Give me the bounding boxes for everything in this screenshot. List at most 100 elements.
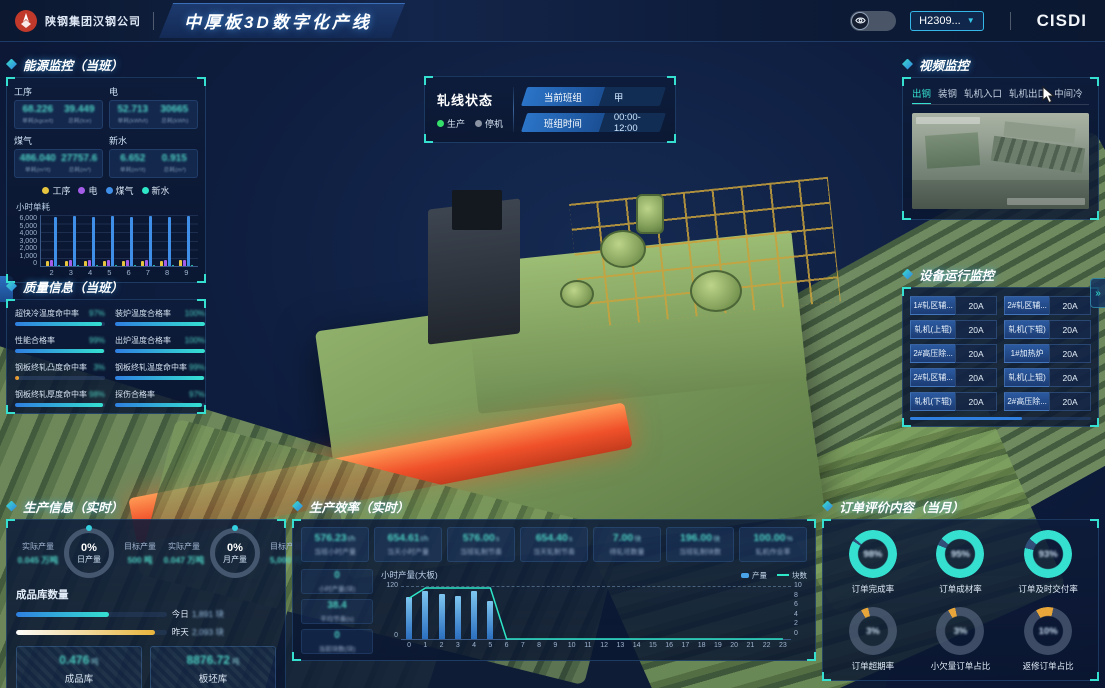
legend-dot xyxy=(106,187,113,194)
corner-bracket xyxy=(1090,672,1099,681)
target-output-block: 目标产量 500 吨 xyxy=(118,541,162,566)
energy-group-name: 新水 xyxy=(109,134,198,147)
status-row-value: 甲 xyxy=(599,87,666,106)
hour-bar xyxy=(471,591,477,639)
efficiency-value: 196.00块 xyxy=(669,532,731,544)
energy-value-label: 总耗(m³) xyxy=(156,165,193,174)
energy-value-label: 单耗(kWh/t) xyxy=(114,116,151,125)
company-name: 陕钢集团汉钢公司 xyxy=(45,13,141,29)
inventory-bar-track xyxy=(16,612,167,617)
actual-output-value: 0.047 万吨 xyxy=(162,554,206,566)
quality-head: 超快冷温度命中率97% xyxy=(15,308,105,319)
panel-energy-monitor: 能源监控（当班） 工序68.226单耗(kgce/t)39.449总耗(tce)… xyxy=(6,54,206,283)
device-row: 2#轧区辅...20A xyxy=(1004,296,1091,315)
energy-value: 0.915 xyxy=(154,153,196,164)
device-scrollbar-thumb[interactable] xyxy=(910,417,1022,420)
actual-output-label: 实际产量 xyxy=(162,541,206,552)
panel-quality-info: 质量信息（当班） 超快冷温度命中率97%装炉温度合格率100%性能合格率99%出… xyxy=(6,276,206,414)
hour-axis-tick: 1 xyxy=(417,642,433,649)
y-axis-tick: 2,000 xyxy=(14,245,37,252)
ring-name: 月产量 xyxy=(223,554,247,565)
video-tab-中间冷[interactable]: 中间冷 xyxy=(1054,86,1083,100)
order-kpi-gauge: 95%订单成材率 xyxy=(919,530,1003,595)
side-stat-label: 当前块数(块) xyxy=(319,643,356,653)
target-output-label: 目标产量 xyxy=(118,541,162,552)
corner-bracket xyxy=(822,672,831,681)
bar xyxy=(172,265,174,266)
panel-title-device: 设备运行监控 xyxy=(919,265,994,284)
bar xyxy=(69,260,72,266)
efficiency-card: 196.00块当班轧制块数 xyxy=(666,527,734,562)
video-tab-出钢[interactable]: 出钢 xyxy=(912,86,931,100)
energy-cell: 30665总耗(kWh) xyxy=(154,104,196,125)
quality-head: 装炉温度合格率100% xyxy=(115,308,205,319)
hour-axis-tick: 3 xyxy=(450,642,466,649)
gauge-value: 98% xyxy=(849,530,897,578)
quality-label: 装炉温度合格率 xyxy=(115,308,171,319)
hour-axis-tick: 22 xyxy=(759,642,775,649)
device-current-value: 20A xyxy=(1049,344,1091,363)
production-line-select[interactable]: H2309... ▼ xyxy=(910,11,984,31)
energy-value: 6.652 xyxy=(112,153,154,164)
hour-axis-tick: 2 xyxy=(434,642,450,649)
app-title-plate: 中厚板3D数字化产线 xyxy=(166,3,398,38)
quality-bar-track xyxy=(15,376,105,380)
mill-drum xyxy=(600,230,646,268)
energy-groups: 工序68.226单耗(kgce/t)39.449总耗(tce)电52.713单耗… xyxy=(14,85,198,178)
order-kpi-gauge: 3%小欠量订单占比 xyxy=(919,607,1003,672)
quality-label: 钢板终轧温度命中率 xyxy=(115,362,187,373)
panel-production-info: 生产信息（实时） 实际产量0.045 万吨0%日产量目标产量500 吨实际产量0… xyxy=(6,496,286,688)
order-kpi-gauge: 98%订单完成率 xyxy=(831,530,915,595)
video-tab-轧机入口[interactable]: 轧机入口 xyxy=(964,86,1002,100)
energy-value: 39.449 xyxy=(59,104,101,115)
legend-label: 煤气 xyxy=(116,184,134,197)
corner-bracket xyxy=(822,519,831,528)
bar xyxy=(134,265,136,266)
inventory-bar-fill xyxy=(16,612,109,617)
quality-metric: 性能合格率99% xyxy=(15,335,105,353)
production-gauges: 实际产量0.045 万吨0%日产量目标产量500 吨实际产量0.047 万吨0%… xyxy=(16,528,276,578)
panel-title-icon xyxy=(902,59,913,70)
quality-value: 99% xyxy=(89,336,105,345)
efficiency-side-stats: 0小时产量(块)38.4平均节奏(s)0当前块数(块) xyxy=(301,569,373,654)
video-camera-tabs: 出钢装钢轧机入口轧机出口中间冷电加热 xyxy=(912,86,1089,105)
energy-value: 30665 xyxy=(154,104,196,115)
energy-group: 电52.713单耗(kWh/t)30665总耗(kWh) xyxy=(109,85,198,129)
y-axis-tick: 3,000 xyxy=(14,238,37,245)
status-info-row: 当前班组甲 xyxy=(521,87,666,106)
gauge-label: 订单及时交付率 xyxy=(1006,583,1090,595)
donut-gauge: 95% xyxy=(936,530,984,578)
corner-bracket xyxy=(424,76,433,85)
quality-metric: 超快冷温度命中率97% xyxy=(15,308,105,326)
energy-group: 煤气486.040单耗(m³/t)27757.6总耗(m³) xyxy=(14,134,103,178)
bar xyxy=(115,265,117,266)
video-tab-装钢[interactable]: 装钢 xyxy=(938,86,957,100)
visibility-toggle[interactable] xyxy=(850,11,896,31)
energy-legend: 工序电煤气新水 xyxy=(14,184,198,197)
quality-value: 3% xyxy=(93,363,105,372)
device-name: 2#高压除... xyxy=(1004,392,1049,411)
bar xyxy=(141,261,144,266)
legend-dot xyxy=(142,187,149,194)
order-kpi-gauges: 98%订单完成率95%订单成材率93%订单及时交付率3%订单超期率3%小欠量订单… xyxy=(831,530,1090,672)
bar xyxy=(164,260,167,266)
efficiency-value: 654.40s xyxy=(523,532,585,544)
bar xyxy=(65,261,68,266)
inventory-bar-fill xyxy=(16,630,155,635)
hourly-chart-title: 小时产量(大板) xyxy=(381,569,438,581)
right-edge-collapse-tab[interactable]: » xyxy=(1090,278,1105,308)
bar-group xyxy=(179,216,193,266)
corner-bracket xyxy=(197,77,206,86)
device-row: 轧机(上辊)20A xyxy=(1004,368,1091,387)
quality-value: 97% xyxy=(89,309,105,318)
target-output-value: 500 吨 xyxy=(118,554,162,566)
bar xyxy=(168,217,171,266)
mill-drum xyxy=(560,280,594,308)
cctv-video-feed[interactable] xyxy=(912,113,1089,209)
quality-value: 97% xyxy=(189,390,205,399)
legend-item: 工序 xyxy=(42,184,70,197)
energy-value-label: 总耗(kWh) xyxy=(156,116,193,125)
right-axis-tick: 4 xyxy=(794,611,804,618)
efficiency-card: 7.00块待轧坯数量 xyxy=(593,527,661,562)
corner-bracket xyxy=(6,519,15,528)
